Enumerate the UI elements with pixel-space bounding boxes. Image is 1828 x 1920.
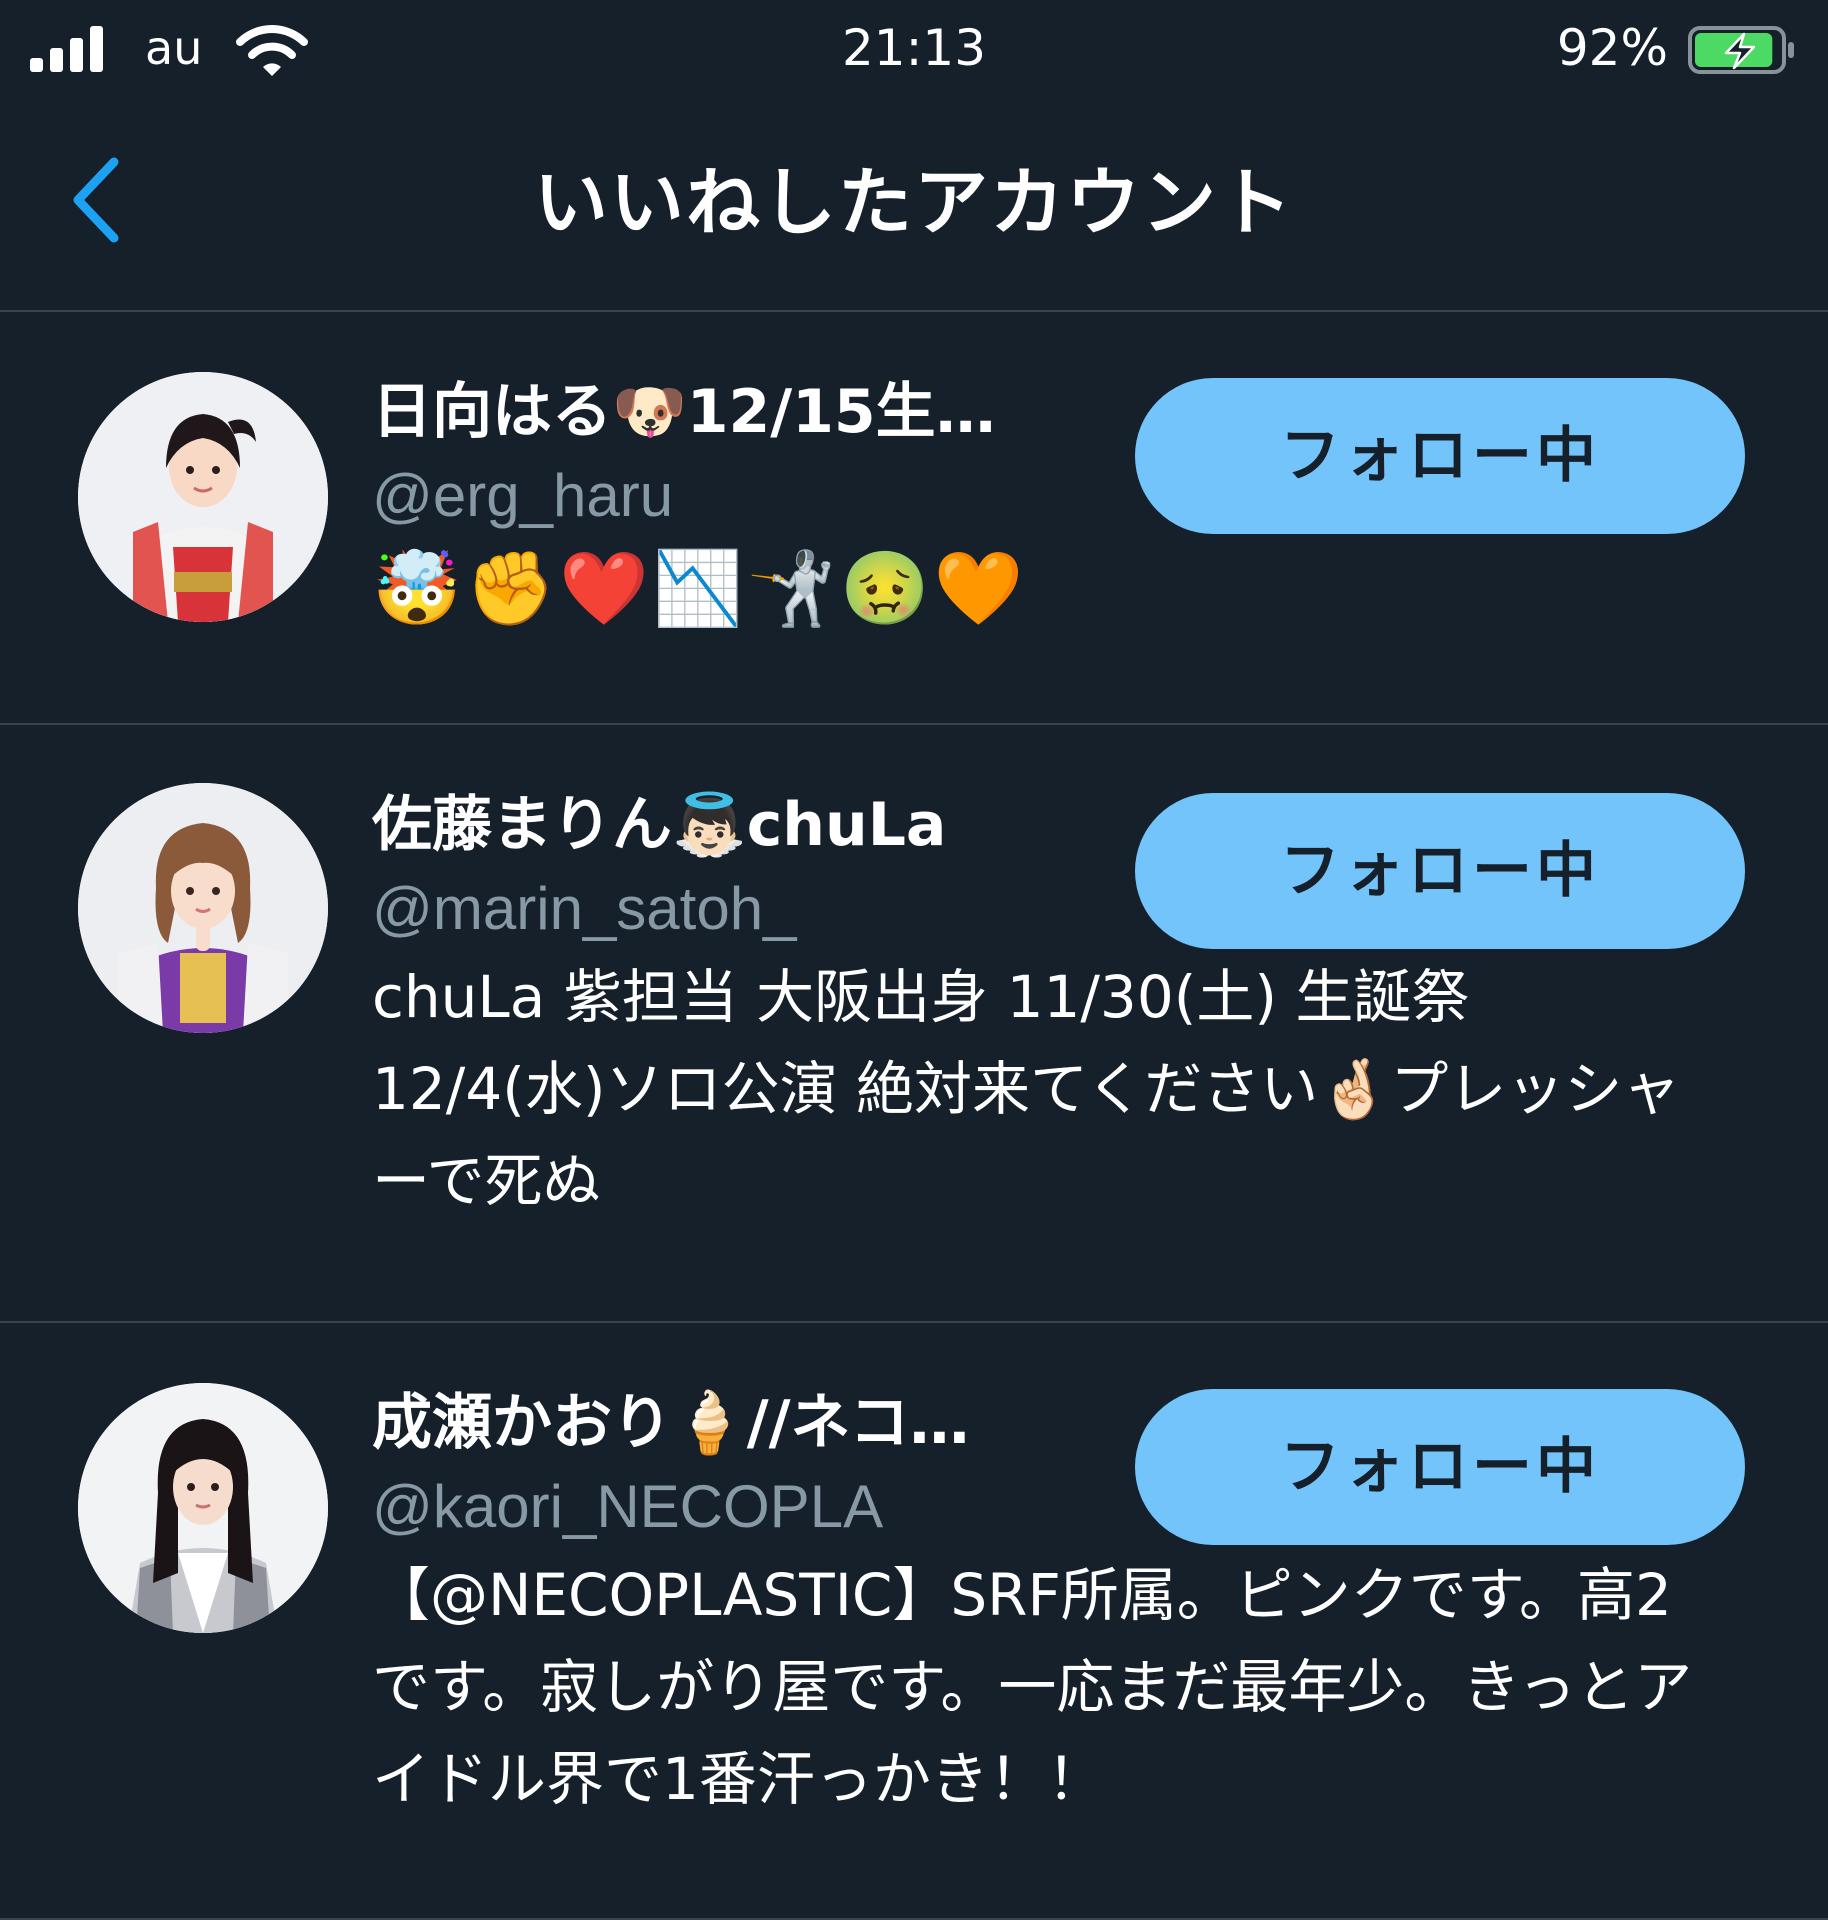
display-name: 成瀬かおり🍦//ネコ… <box>372 1388 970 1458</box>
battery-charging-icon <box>1688 26 1794 74</box>
display-name: 佐藤まりん👼🏻chuLa <box>372 790 947 860</box>
following-button[interactable]: フォロー中 <box>1135 793 1745 949</box>
user-row[interactable]: 成瀬かおり🍦//ネコ… @kaori_NECOPLA 【@NECOPLASTIC… <box>0 1323 1828 1920</box>
avatar[interactable] <box>78 372 328 622</box>
status-bar: au 21:13 92% <box>0 0 1828 100</box>
user-row[interactable]: 日向はる🐶12/15生… @erg_haru 🤯✊❤️📉🤺🤢🧡 フォロー中 <box>0 312 1828 725</box>
display-name: 日向はる🐶12/15生… <box>372 377 996 447</box>
avatar[interactable] <box>78 783 328 1033</box>
user-row[interactable]: 佐藤まりん👼🏻chuLa @marin_satoh_ chuLa 紫担当 大阪出… <box>0 725 1828 1323</box>
following-button[interactable]: フォロー中 <box>1135 378 1745 534</box>
page-title: いいねしたアカウント <box>534 160 1294 246</box>
liked-by-user-list: 日向はる🐶12/15生… @erg_haru 🤯✊❤️📉🤺🤢🧡 フォロー中 佐藤… <box>0 312 1828 1920</box>
battery-percent: 92% <box>1556 19 1668 77</box>
user-bio: chuLa 紫担当 大阪出身 11/30(土) 生誕祭 12/4(水)ソロ公演 … <box>372 963 1681 1215</box>
nav-header: いいねしたアカウント <box>0 100 1828 312</box>
following-button[interactable]: フォロー中 <box>1135 1389 1745 1545</box>
status-time: 21:13 <box>841 19 987 77</box>
user-bio: 【@NECOPLASTIC】SRF所属。ピンクです。高2です。寂しがり屋です。一… <box>372 1561 1693 1813</box>
avatar[interactable] <box>78 1383 328 1633</box>
user-bio: 🤯✊❤️📉🤺🤢🧡 <box>372 546 1028 630</box>
